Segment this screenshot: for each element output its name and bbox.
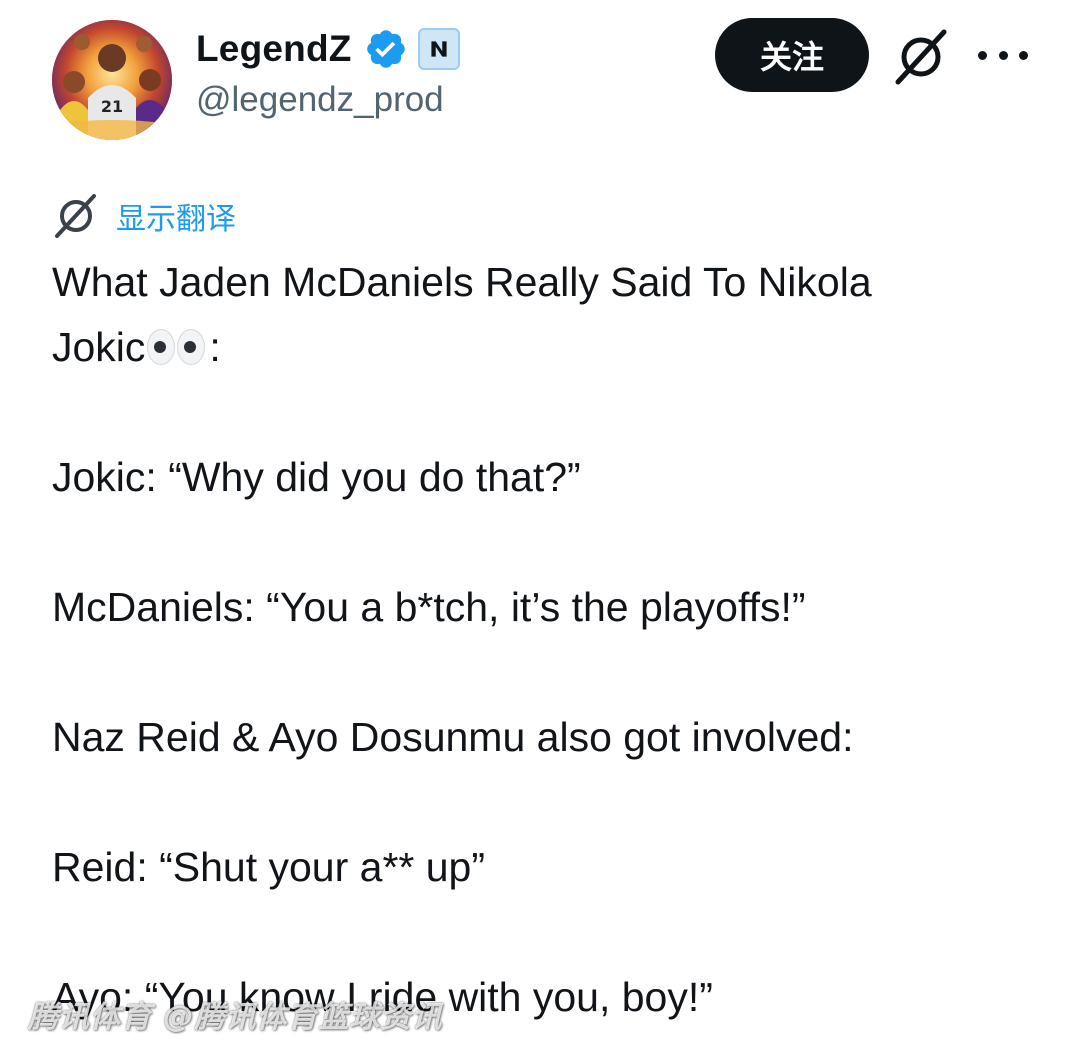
eyes-emoji-icon — [147, 329, 207, 365]
tweet-text: What Jaden McDaniels Really Said To Niko… — [52, 250, 1042, 1030]
grok-icon[interactable] — [892, 28, 950, 86]
show-translation-label[interactable]: 显示翻译 — [116, 194, 236, 238]
tweet-line: Jokic: — [52, 315, 1042, 380]
grok-translate-icon — [52, 192, 100, 240]
watermark: 腾讯体育 @腾讯体育篮球资讯 — [28, 1000, 443, 1035]
more-dot — [978, 50, 987, 60]
show-translation-link[interactable]: 显示翻译 — [52, 190, 236, 242]
svg-text:21: 21 — [101, 97, 123, 116]
tweet-line: Jokic: “Why did you do that?” — [52, 454, 581, 500]
display-name[interactable]: LegendZ — [196, 28, 352, 70]
author-handle[interactable]: @legendz_prod — [196, 80, 444, 120]
tweet-line: Naz Reid & Ayo Dosunmu also got involved… — [52, 714, 854, 760]
author-avatar[interactable]: 21 — [52, 20, 172, 140]
tweet-line: Reid: “Shut your a** up” — [52, 844, 486, 890]
tweet-line-text: Jokic — [52, 324, 146, 370]
tweet-line: What Jaden McDaniels Really Said To Niko… — [52, 259, 872, 305]
affiliate-badge-icon[interactable] — [417, 28, 460, 70]
display-name-row: LegendZ — [196, 24, 460, 74]
tweet-header: 21 LegendZ @legendz_prod 关注 — [0, 0, 1080, 160]
follow-button[interactable]: 关注 — [715, 18, 869, 92]
more-dot — [1019, 50, 1028, 60]
verified-badge-icon[interactable] — [364, 27, 408, 71]
affiliate-logo-icon — [430, 41, 447, 57]
tweet-line: McDaniels: “You a b*tch, it’s the playof… — [52, 584, 806, 630]
tweet-line-text: : — [209, 324, 221, 370]
more-options-icon[interactable] — [978, 42, 1028, 68]
more-dot — [998, 50, 1008, 60]
avatar-image: 21 — [52, 20, 172, 140]
